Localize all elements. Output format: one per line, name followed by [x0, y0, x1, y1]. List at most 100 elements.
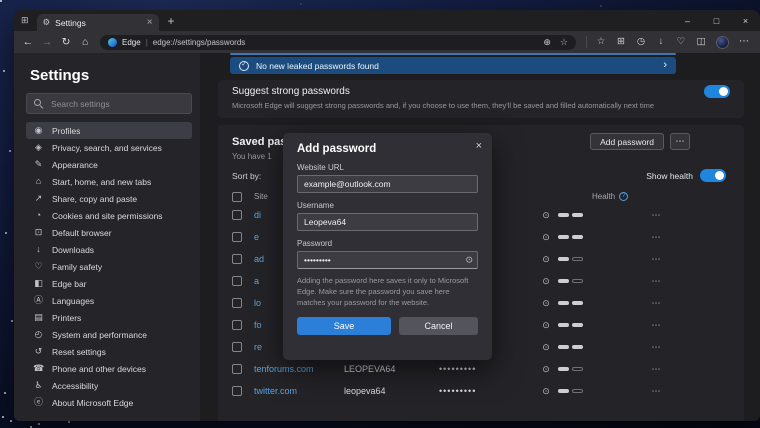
- collections-icon[interactable]: ⊞: [612, 37, 630, 47]
- row-checkbox[interactable]: [232, 320, 242, 330]
- row-more-button[interactable]: ⋯: [646, 387, 666, 396]
- health-pill: [572, 345, 583, 349]
- sidebar-item-share-copy-and-paste[interactable]: ↗Share, copy and paste: [26, 190, 192, 207]
- show-password-eye-icon[interactable]: ⊙: [534, 233, 558, 242]
- cancel-button[interactable]: Cancel: [399, 317, 478, 335]
- show-password-eye-icon[interactable]: ⊙: [534, 299, 558, 308]
- row-more-button[interactable]: ⋯: [646, 365, 666, 374]
- browser-essentials-icon[interactable]: ♡: [672, 37, 690, 47]
- row-checkbox[interactable]: [232, 276, 242, 286]
- reveal-password-eye-icon[interactable]: ⊙: [465, 256, 473, 265]
- select-all-checkbox[interactable]: [232, 192, 242, 202]
- profile-avatar[interactable]: [716, 36, 729, 49]
- sidebar-item-label: Privacy, search, and services: [52, 143, 162, 153]
- saved-passwords-more-button[interactable]: ⋯: [670, 133, 690, 150]
- split-screen-icon[interactable]: ◫: [692, 37, 710, 47]
- history-icon[interactable]: ◷: [632, 37, 650, 47]
- row-more-button[interactable]: ⋯: [646, 233, 666, 242]
- sidebar-item-edge-bar[interactable]: ◧Edge bar: [26, 275, 192, 292]
- show-password-eye-icon[interactable]: ⊙: [534, 277, 558, 286]
- health-indicator: [558, 279, 646, 283]
- sidebar-item-default-browser[interactable]: ⊡Default browser: [26, 224, 192, 241]
- sidebar-item-label: Accessibility: [52, 381, 98, 391]
- forward-button[interactable]: →: [38, 37, 56, 48]
- show-password-eye-icon[interactable]: ⊙: [534, 255, 558, 264]
- row-more-button[interactable]: ⋯: [646, 299, 666, 308]
- row-checkbox[interactable]: [232, 232, 242, 242]
- site-link[interactable]: twitter.com: [254, 386, 344, 396]
- show-password-eye-icon[interactable]: ⊙: [534, 211, 558, 220]
- show-password-eye-icon[interactable]: ⊙: [534, 321, 558, 330]
- help-icon[interactable]: ?: [619, 192, 628, 201]
- new-tab-button[interactable]: +: [168, 15, 175, 27]
- sidebar-item-privacy-search-and-services[interactable]: ◈Privacy, search, and services: [26, 139, 192, 156]
- health-pill: [558, 257, 569, 261]
- favorites-star-icon[interactable]: ☆: [592, 37, 610, 47]
- start-home-icon: ⌂: [33, 177, 44, 186]
- password-field[interactable]: [297, 251, 478, 269]
- add-password-button[interactable]: Add password: [590, 133, 664, 150]
- dialog-close-icon[interactable]: ×: [476, 141, 482, 152]
- show-password-eye-icon[interactable]: ⊙: [534, 365, 558, 374]
- row-checkbox[interactable]: [232, 364, 242, 374]
- row-checkbox[interactable]: [232, 298, 242, 308]
- downloads-icon: ↓: [33, 245, 44, 254]
- row-more-button[interactable]: ⋯: [646, 343, 666, 352]
- sidebar-item-accessibility[interactable]: ♿Accessibility: [26, 377, 192, 394]
- downloads-icon[interactable]: ↓: [652, 37, 670, 47]
- sidebar-item-system-and-performance[interactable]: ◴System and performance: [26, 326, 192, 343]
- row-checkbox[interactable]: [232, 210, 242, 220]
- show-password-eye-icon[interactable]: ⊙: [534, 387, 558, 396]
- row-checkbox[interactable]: [232, 386, 242, 396]
- row-more-button[interactable]: ⋯: [646, 321, 666, 330]
- sidebar-item-cookies-and-site-permissions[interactable]: ◔Cookies and site permissions: [26, 207, 192, 224]
- minimize-button[interactable]: –: [673, 10, 702, 31]
- suggest-passwords-toggle[interactable]: [704, 85, 730, 98]
- health-pill: [558, 323, 569, 327]
- password-cell: •••••••••: [439, 364, 534, 374]
- sidebar-item-reset-settings[interactable]: ↺Reset settings: [26, 343, 192, 360]
- sidebar-item-profiles[interactable]: ◉Profiles: [26, 122, 192, 139]
- sidebar-item-phone-and-other-devices[interactable]: ☎Phone and other devices: [26, 360, 192, 377]
- back-button[interactable]: ←: [19, 37, 37, 48]
- save-button[interactable]: Save: [297, 317, 391, 335]
- tab-close-icon[interactable]: ×: [147, 18, 153, 28]
- refresh-button[interactable]: ↻: [57, 37, 75, 48]
- row-checkbox[interactable]: [232, 254, 242, 264]
- sidebar-item-languages[interactable]: ⒶLanguages: [26, 292, 192, 309]
- sidebar-item-label: Edge bar: [52, 279, 87, 289]
- leaked-passwords-banner[interactable]: ✓ No new leaked passwords found ›: [230, 57, 676, 74]
- row-more-button[interactable]: ⋯: [646, 211, 666, 220]
- row-checkbox[interactable]: [232, 342, 242, 352]
- sidebar-item-printers[interactable]: ▤Printers: [26, 309, 192, 326]
- profiles-icon: ◉: [33, 126, 44, 135]
- favorites-add-icon[interactable]: ☆: [560, 38, 568, 47]
- address-bar[interactable]: Edge | edge://settings/passwords ⊕☆: [100, 35, 576, 50]
- zoom-in-icon[interactable]: ⊕: [543, 38, 551, 47]
- show-health-toggle[interactable]: [700, 169, 726, 182]
- sidebar-item-downloads[interactable]: ↓Downloads: [26, 241, 192, 258]
- row-more-button[interactable]: ⋯: [646, 255, 666, 264]
- site-link[interactable]: tenforums.com: [254, 364, 344, 374]
- sidebar-nav: ◉Profiles◈Privacy, search, and services✎…: [26, 122, 192, 411]
- show-password-eye-icon[interactable]: ⊙: [534, 343, 558, 352]
- close-window-button[interactable]: ×: [731, 10, 760, 31]
- sidebar-item-label: Appearance: [52, 160, 98, 170]
- health-pill: [558, 367, 569, 371]
- maximize-button[interactable]: □: [702, 10, 731, 31]
- sidebar-item-start-home-and-new-tabs[interactable]: ⌂Start, home, and new tabs: [26, 173, 192, 190]
- search-input[interactable]: [49, 98, 184, 110]
- row-more-button[interactable]: ⋯: [646, 277, 666, 286]
- sidebar-search[interactable]: [26, 93, 192, 114]
- settings-menu-icon[interactable]: ⋯: [735, 37, 753, 47]
- chevron-right-icon[interactable]: ›: [663, 60, 667, 71]
- family-safety-icon: ♡: [33, 262, 44, 271]
- sidebar-item-about-microsoft-edge[interactable]: ⓔAbout Microsoft Edge: [26, 394, 192, 411]
- username-field[interactable]: [297, 213, 478, 231]
- sidebar-item-appearance[interactable]: ✎Appearance: [26, 156, 192, 173]
- sidebar-item-family-safety[interactable]: ♡Family safety: [26, 258, 192, 275]
- tab-actions-icon[interactable]: ⊞: [21, 16, 29, 25]
- tab-settings[interactable]: ⚙ Settings ×: [37, 14, 159, 31]
- home-button[interactable]: ⌂: [76, 37, 94, 48]
- website-url-field[interactable]: [297, 175, 478, 193]
